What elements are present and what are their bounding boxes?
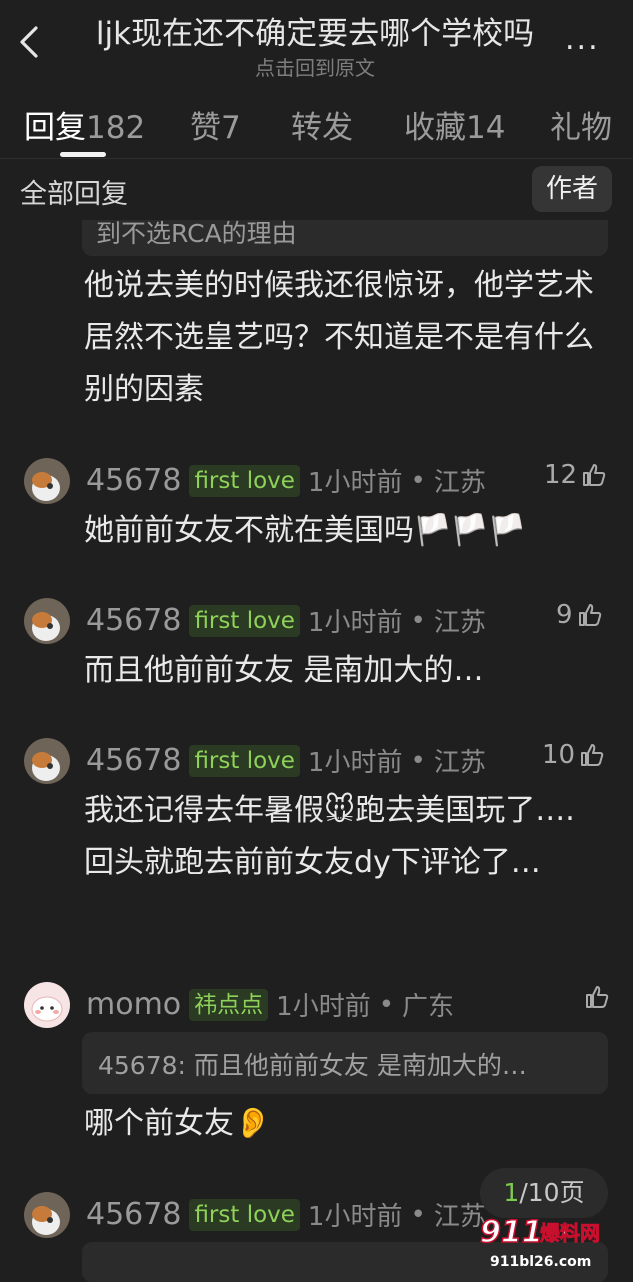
location: 江苏 bbox=[433, 748, 486, 778]
fan-badge: first love bbox=[189, 744, 300, 777]
svg-text:爆料网: 爆料网 bbox=[540, 1221, 600, 1245]
all-replies-filter[interactable]: 全部回复 bbox=[20, 172, 128, 211]
svg-text:911: 911 bbox=[480, 1215, 543, 1250]
fan-badge: first love bbox=[189, 604, 300, 637]
svg-text:911bl26.com: 911bl26.com bbox=[490, 1254, 591, 1270]
separator-dot: • bbox=[410, 1199, 426, 1230]
thumb-up-icon bbox=[586, 986, 609, 1008]
tab-reposts[interactable]: 转发 bbox=[291, 102, 353, 147]
back-arrow-icon[interactable] bbox=[18, 26, 40, 58]
avatar[interactable] bbox=[24, 738, 70, 784]
thumb-up-icon bbox=[581, 744, 604, 766]
location: 广东 bbox=[402, 992, 455, 1022]
location: 江苏 bbox=[433, 468, 486, 498]
thumb-up-icon bbox=[578, 604, 601, 626]
timestamp: 1小时前 bbox=[307, 1202, 403, 1232]
comment-text: 她前前女友不就在美国吗🏳️🏳️🏳️ bbox=[84, 513, 527, 548]
avatar[interactable] bbox=[24, 982, 70, 1028]
comment-header: 45678 first love 1小时前 • 江苏 bbox=[86, 742, 486, 779]
comment-header: 45678 first love 1小时前 • 江苏 bbox=[86, 602, 486, 639]
location: 江苏 bbox=[433, 608, 486, 638]
comment-header: momo 祎点点 1小时前 • 广东 bbox=[86, 986, 454, 1023]
username[interactable]: 45678 bbox=[86, 603, 181, 638]
username[interactable]: 45678 bbox=[86, 1197, 181, 1232]
timestamp: 1小时前 bbox=[307, 608, 403, 638]
quoted-text: 45678: 而且他前前女友 是南加大的… bbox=[98, 1051, 527, 1080]
comment-text: 我还记得去年暑假🐭跑去美国玩了….回头就跑去前前女友dy下评论了… bbox=[84, 793, 575, 880]
comment-header: 45678 first love 1小时前 • 江苏 bbox=[86, 462, 486, 499]
quoted-reply[interactable]: 45678: 而且他前前女友 是南加大的… bbox=[82, 1032, 608, 1094]
tab-likes[interactable]: 赞7 bbox=[190, 102, 241, 147]
username[interactable]: 45678 bbox=[86, 743, 181, 778]
timestamp: 1小时前 bbox=[307, 748, 403, 778]
more-options-icon[interactable]: ... bbox=[565, 22, 600, 57]
tab-bar: 回复182 赞7 转发 收藏14 礼物 bbox=[0, 102, 633, 148]
avatar[interactable] bbox=[24, 458, 70, 504]
active-tab-indicator bbox=[60, 152, 106, 157]
author-only-button[interactable]: 作者 bbox=[532, 166, 612, 212]
separator-dot: • bbox=[378, 989, 395, 1020]
thumb-up-icon bbox=[583, 464, 606, 486]
separator-dot: • bbox=[410, 465, 426, 496]
like-count: 12 bbox=[544, 460, 578, 490]
like-count: 9 bbox=[556, 600, 573, 630]
username[interactable]: 45678 bbox=[86, 463, 181, 498]
comment-text: 哪个前女友👂 bbox=[84, 1106, 272, 1141]
fan-badge: first love bbox=[189, 1198, 300, 1231]
fan-badge: 祎点点 bbox=[189, 988, 269, 1021]
like-button[interactable]: 9 bbox=[556, 600, 603, 630]
separator-dot: • bbox=[410, 745, 426, 776]
username[interactable]: momo bbox=[86, 987, 181, 1022]
reply-text: 他说去美的时候我还很惊讶，他学艺术居然不选皇艺吗？不知道是不是有什么别的因素 bbox=[84, 268, 594, 407]
post-title[interactable]: ljk现在还不确定要去哪个学校吗 bbox=[80, 8, 550, 53]
like-button[interactable]: 10 bbox=[542, 740, 605, 770]
tab-gifts[interactable]: 礼物 bbox=[550, 102, 612, 147]
like-button[interactable] bbox=[580, 984, 610, 1010]
divider bbox=[0, 158, 633, 159]
separator-dot: • bbox=[410, 605, 426, 636]
timestamp: 1小时前 bbox=[276, 992, 371, 1022]
avatar[interactable] bbox=[24, 1192, 70, 1238]
fan-badge: first love bbox=[189, 464, 300, 497]
tab-favorites[interactable]: 收藏14 bbox=[404, 102, 505, 147]
comment-text: 而且他前前女友 是南加大的… bbox=[84, 653, 484, 688]
site-watermark-logo: 911 爆料网 911bl26.com bbox=[479, 1214, 600, 1270]
like-button[interactable]: 12 bbox=[544, 460, 607, 490]
comment-header: 45678 first love 1小时前 • 江苏 bbox=[86, 1196, 486, 1233]
back-to-original-link[interactable]: 点击回到原文 bbox=[80, 52, 550, 81]
tab-replies[interactable]: 回复182 bbox=[24, 102, 145, 147]
timestamp: 1小时前 bbox=[307, 468, 403, 498]
like-count: 10 bbox=[542, 740, 576, 770]
avatar[interactable] bbox=[24, 598, 70, 644]
